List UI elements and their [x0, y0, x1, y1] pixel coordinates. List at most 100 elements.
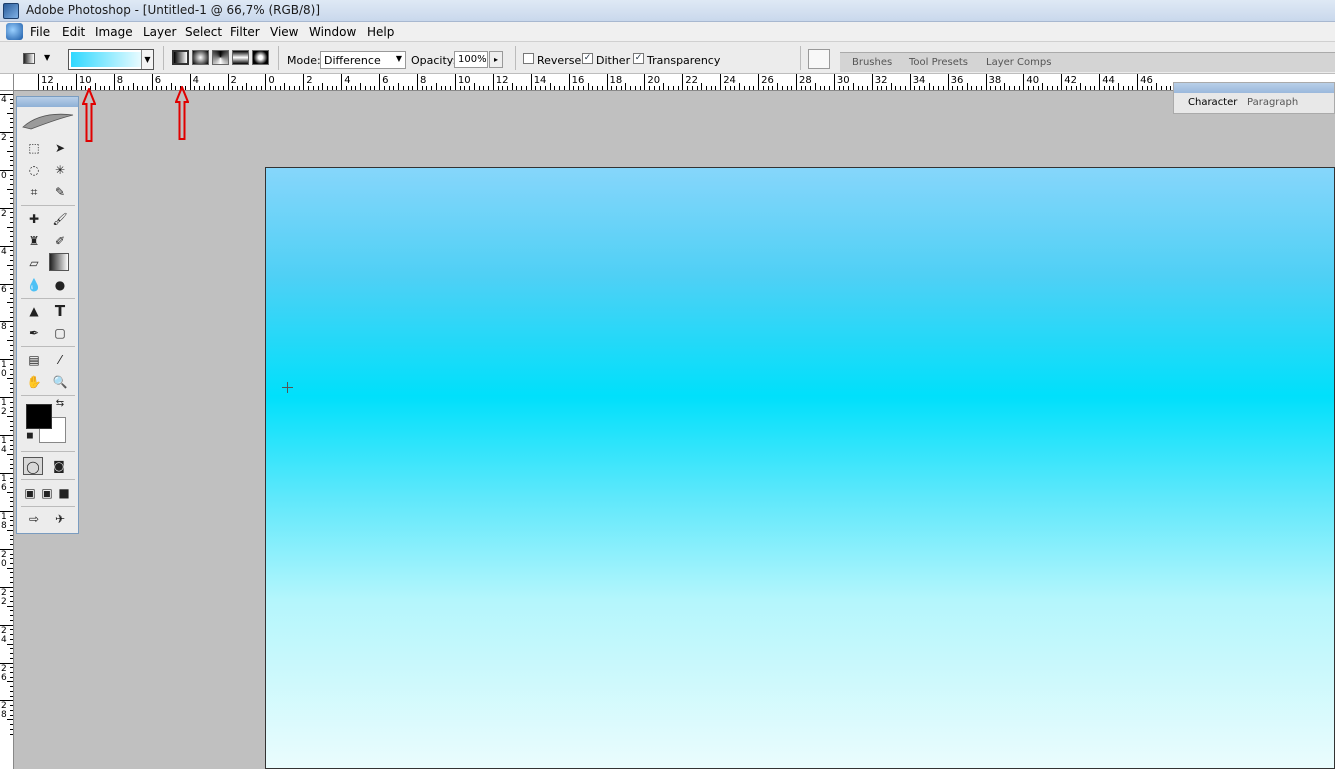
opacity-slider-button[interactable]: ▸: [489, 51, 503, 68]
ruler-minor-tick: [426, 86, 428, 90]
gradient-picker-button[interactable]: ▼: [141, 50, 153, 69]
eyedropper-icon[interactable]: ⁄: [50, 351, 70, 369]
move-tool-icon[interactable]: ➤: [50, 139, 70, 157]
ruler-origin[interactable]: [0, 74, 14, 91]
hand-tool-icon[interactable]: ✋: [24, 373, 44, 391]
crop-tool-icon[interactable]: ⌗: [24, 183, 44, 201]
character-panel: Character Paragraph: [1173, 82, 1335, 114]
ruler-minor-tick: [10, 695, 13, 697]
marquee-tool-icon[interactable]: ⬚: [24, 139, 44, 157]
menu-view[interactable]: View: [270, 25, 298, 39]
default-colors-icon[interactable]: ◼: [24, 430, 36, 442]
ruler-minor-tick: [1160, 86, 1162, 90]
photoshop-logo-icon[interactable]: [6, 23, 23, 40]
type-tool-icon[interactable]: T: [50, 302, 70, 320]
swap-colors-icon[interactable]: ⇆: [53, 398, 67, 410]
ruler-minor-tick: [10, 311, 13, 313]
pen-tool-icon[interactable]: ✒: [24, 324, 44, 342]
angle-gradient-button[interactable]: [212, 50, 229, 65]
gradient-preview[interactable]: ▼: [68, 49, 154, 70]
ruler-minor-tick: [10, 581, 13, 583]
menu-image[interactable]: Image: [95, 25, 133, 39]
imageready-jump-icon[interactable]: ⇨: [24, 510, 44, 528]
ruler-minor-tick: [222, 86, 224, 90]
reverse-checkbox[interactable]: [523, 53, 534, 64]
menu-window[interactable]: Window: [309, 25, 356, 39]
menu-select[interactable]: Select: [185, 25, 222, 39]
history-brush-icon[interactable]: ✐: [50, 232, 70, 250]
transparency-checkbox[interactable]: ✓: [633, 53, 644, 64]
tab-character[interactable]: Character: [1188, 97, 1237, 108]
ruler-minor-tick: [10, 382, 13, 384]
menu-help[interactable]: Help: [367, 25, 394, 39]
ruler-minor-tick: [10, 127, 13, 129]
clone-stamp-icon[interactable]: ♜: [24, 232, 44, 250]
ruler-minor-tick: [369, 86, 371, 90]
opacity-input[interactable]: 100%: [454, 51, 488, 68]
ruler-minor-tick: [739, 83, 741, 90]
standard-mode-icon[interactable]: ◯: [23, 457, 43, 475]
shape-tool-icon[interactable]: ▢: [50, 324, 70, 342]
horizontal-ruler[interactable]: 12 10 8 6 4 2 0 2 4 6 8 10 12 14 16 18 20 22 24 26 28 30 32 34 3…: [14, 74, 1335, 91]
ruler-minor-tick: [10, 482, 13, 484]
diamond-gradient-button[interactable]: [252, 50, 269, 65]
ruler-major-tick: [151, 74, 153, 90]
eraser-tool-icon[interactable]: ▱: [24, 254, 44, 272]
radial-gradient-button[interactable]: [192, 50, 209, 65]
menu-file[interactable]: File: [30, 25, 50, 39]
gradient-tool-icon[interactable]: [49, 253, 69, 271]
gradient-swatch: [71, 52, 141, 67]
dodge-tool-icon[interactable]: ●: [50, 276, 70, 294]
ruler-minor-tick: [653, 86, 655, 90]
menu-filter[interactable]: Filter: [230, 25, 260, 39]
full-screen-icon[interactable]: ■: [56, 484, 72, 502]
panel-title-strip[interactable]: [1174, 83, 1334, 93]
ruler-minor-tick: [852, 83, 854, 90]
menu-edit[interactable]: Edit: [62, 25, 85, 39]
ruler-major-tick: [644, 74, 646, 90]
file-browser-button[interactable]: [808, 49, 830, 69]
tab-paragraph[interactable]: Paragraph: [1247, 97, 1298, 108]
ruler-minor-tick: [10, 146, 13, 148]
toolbox-divider: [21, 506, 75, 507]
ruler-minor-tick: [218, 86, 220, 90]
path-selection-icon[interactable]: ▲: [24, 302, 44, 320]
magic-wand-icon[interactable]: ✳: [50, 161, 70, 179]
menu-layer[interactable]: Layer: [143, 25, 176, 39]
ruler-minor-tick: [412, 86, 414, 90]
slice-tool-icon[interactable]: ✎: [50, 183, 70, 201]
document-canvas[interactable]: [265, 167, 1335, 769]
options-divider: [800, 46, 801, 70]
reflected-gradient-button[interactable]: [232, 50, 249, 65]
ruler-label: 0: [1, 170, 7, 181]
dither-checkbox[interactable]: ✓: [582, 53, 593, 64]
vertical-ruler[interactable]: 420246810121416182022242628: [0, 91, 14, 769]
tab-layer-comps[interactable]: Layer Comps: [986, 57, 1051, 68]
standard-screen-icon[interactable]: ▣: [22, 484, 38, 502]
zoom-tool-icon[interactable]: 🔍: [50, 373, 70, 391]
ruler-minor-tick: [7, 188, 13, 190]
foreground-color-swatch[interactable]: [26, 404, 52, 429]
ruler-minor-tick: [507, 86, 508, 90]
ruler-minor-tick: [971, 86, 973, 90]
linear-gradient-button[interactable]: [172, 50, 189, 65]
ruler-minor-tick: [1047, 86, 1049, 90]
notes-tool-icon[interactable]: ▤: [24, 351, 44, 369]
brush-tool-icon[interactable]: 🖌: [50, 210, 70, 228]
tab-tool-presets[interactable]: Tool Presets: [909, 57, 968, 68]
ruler-label: 10: [78, 75, 92, 86]
full-screen-menu-icon[interactable]: ▣: [39, 484, 55, 502]
imageready-logo-icon[interactable]: ✈: [50, 510, 70, 528]
feather-icon[interactable]: [21, 109, 76, 131]
ruler-label: 2: [230, 75, 237, 86]
ruler-minor-tick: [994, 86, 996, 90]
healing-brush-icon[interactable]: ✚: [24, 210, 44, 228]
lasso-tool-icon[interactable]: ◌: [24, 161, 44, 179]
tab-brushes[interactable]: Brushes: [852, 57, 892, 68]
blur-tool-icon[interactable]: 💧: [24, 276, 44, 294]
toolbox-title-strip[interactable]: [17, 97, 78, 107]
ruler-major-tick: [265, 74, 267, 90]
mode-select[interactable]: Difference ▼: [320, 51, 406, 69]
tool-preset-picker[interactable]: ▼: [18, 50, 56, 68]
quick-mask-icon[interactable]: ◙: [49, 457, 69, 475]
